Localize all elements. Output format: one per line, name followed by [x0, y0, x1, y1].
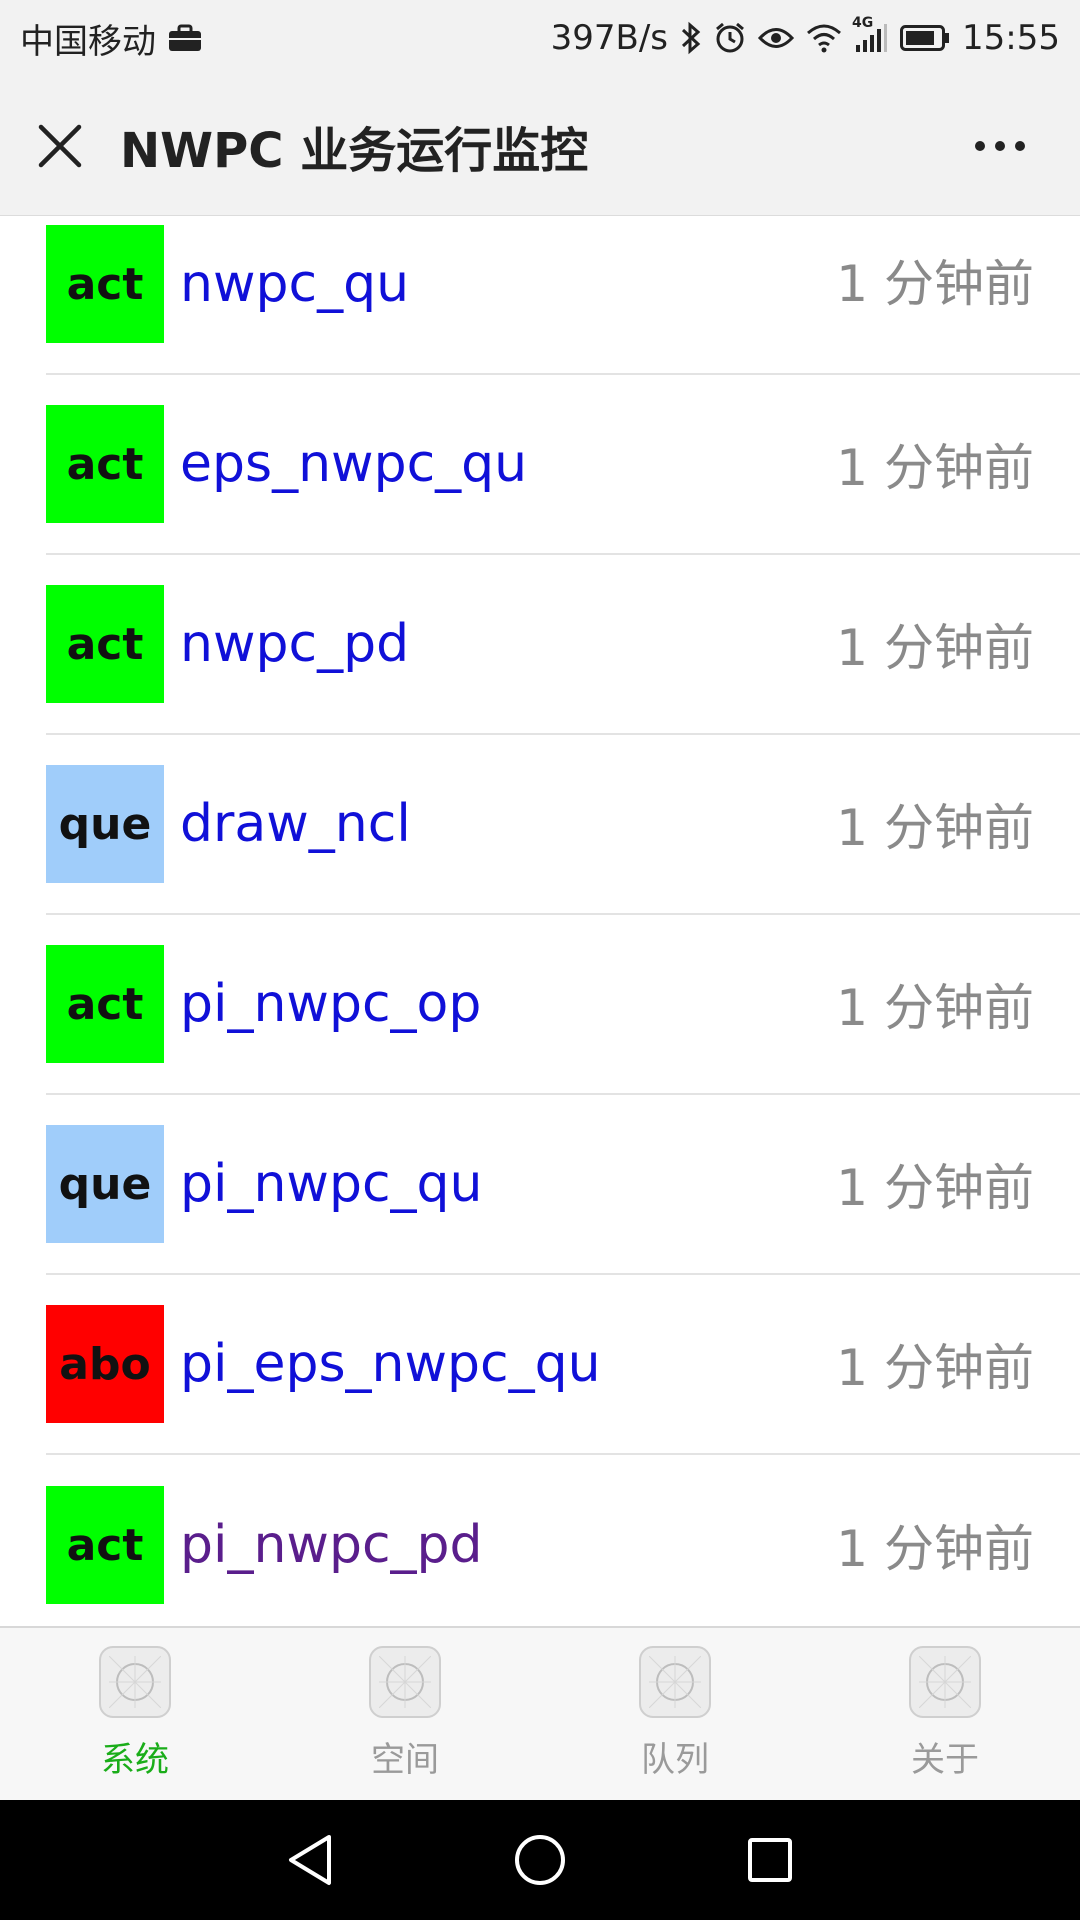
system-name[interactable]: nwpc_qu — [180, 225, 409, 343]
status-badge: abo — [46, 1305, 164, 1423]
tab-label: 空间 — [371, 1740, 439, 1780]
list-item[interactable]: que pi_nwpc_qu 1 分钟前 — [46, 1095, 1080, 1275]
status-badge: act — [46, 225, 164, 343]
tab-label: 队列 — [641, 1740, 709, 1780]
list-item[interactable]: act nwpc_pd 1 分钟前 — [46, 555, 1080, 735]
eye-icon — [758, 25, 795, 51]
more-options-button[interactable] — [960, 76, 1040, 216]
close-icon — [38, 124, 82, 167]
tab-system[interactable]: 系统 — [0, 1628, 270, 1800]
alarm-icon — [714, 22, 746, 54]
list-item[interactable]: act pi_nwpc_pd 1 分钟前 — [46, 1455, 1080, 1626]
close-button[interactable] — [0, 76, 120, 216]
home-circle-icon — [515, 1835, 565, 1885]
system-name[interactable]: draw_ncl — [180, 794, 411, 854]
system-name[interactable]: nwpc_pd — [180, 614, 409, 674]
list-item[interactable]: abo pi_eps_nwpc_qu 1 分钟前 — [46, 1275, 1080, 1455]
system-name[interactable]: pi_nwpc_qu — [180, 1154, 483, 1214]
tab-label: 关于 — [911, 1740, 979, 1780]
status-badge: que — [46, 1125, 164, 1243]
update-time: 1 分钟前 — [836, 799, 1034, 857]
network-type: 4G — [852, 15, 874, 31]
list-item[interactable]: que draw_ncl 1 分钟前 — [46, 735, 1080, 915]
app-header: NWPC 业务运行监控 — [0, 76, 1080, 216]
wifi-icon — [806, 23, 842, 53]
tab-space[interactable]: 空间 — [270, 1628, 540, 1800]
placeholder-icon — [369, 1646, 441, 1718]
briefcase-icon — [168, 24, 202, 52]
placeholder-icon — [639, 1646, 711, 1718]
clock-time: 15:55 — [962, 18, 1060, 58]
recents-square-icon — [748, 1838, 792, 1882]
back-triangle-icon — [289, 1835, 331, 1885]
update-time: 1 分钟前 — [836, 439, 1034, 497]
update-time: 1 分钟前 — [836, 1159, 1034, 1217]
list-item[interactable]: act pi_nwpc_op 1 分钟前 — [46, 915, 1080, 1095]
list-item[interactable]: act nwpc_qu 1 分钟前 — [46, 217, 1080, 375]
status-badge: act — [46, 585, 164, 703]
back-button[interactable] — [270, 1820, 350, 1900]
bluetooth-icon — [680, 21, 702, 55]
system-name[interactable]: pi_eps_nwpc_qu — [180, 1334, 601, 1394]
placeholder-icon — [909, 1646, 981, 1718]
battery-icon — [900, 24, 950, 52]
page-title: NWPC 业务运行监控 — [120, 122, 589, 179]
system-list[interactable]: act nwpc_qu 1 分钟前 act eps_nwpc_qu 1 分钟前 … — [0, 217, 1080, 1626]
status-bar: 中国移动 397B/s 4G 15:55 — [0, 0, 1080, 76]
update-time: 1 分钟前 — [836, 1339, 1034, 1397]
system-nav-bar — [0, 1800, 1080, 1920]
system-name[interactable]: eps_nwpc_qu — [180, 434, 527, 494]
status-badge: que — [46, 765, 164, 883]
more-dot-icon — [1015, 141, 1025, 151]
status-badge: act — [46, 1486, 164, 1604]
signal-icon: 4G — [852, 15, 888, 53]
status-badge: act — [46, 945, 164, 1063]
recents-button[interactable] — [730, 1820, 810, 1900]
carrier-label: 中国移动 — [20, 21, 156, 62]
update-time: 1 分钟前 — [836, 255, 1034, 313]
more-dot-icon — [995, 141, 1005, 151]
tab-queue[interactable]: 队列 — [540, 1628, 810, 1800]
placeholder-icon — [99, 1646, 171, 1718]
system-name[interactable]: pi_nwpc_op — [180, 974, 481, 1034]
bottom-tab-bar: 系统 空间 队列 关于 — [0, 1626, 1080, 1800]
list-item[interactable]: act eps_nwpc_qu 1 分钟前 — [46, 375, 1080, 555]
update-time: 1 分钟前 — [836, 1520, 1034, 1578]
more-dot-icon — [975, 141, 985, 151]
net-speed: 397B/s — [550, 18, 669, 58]
home-button[interactable] — [500, 1820, 580, 1900]
tab-label: 系统 — [101, 1740, 169, 1780]
tab-about[interactable]: 关于 — [810, 1628, 1080, 1800]
update-time: 1 分钟前 — [836, 619, 1034, 677]
status-badge: act — [46, 405, 164, 523]
system-name[interactable]: pi_nwpc_pd — [180, 1515, 483, 1575]
update-time: 1 分钟前 — [836, 979, 1034, 1037]
